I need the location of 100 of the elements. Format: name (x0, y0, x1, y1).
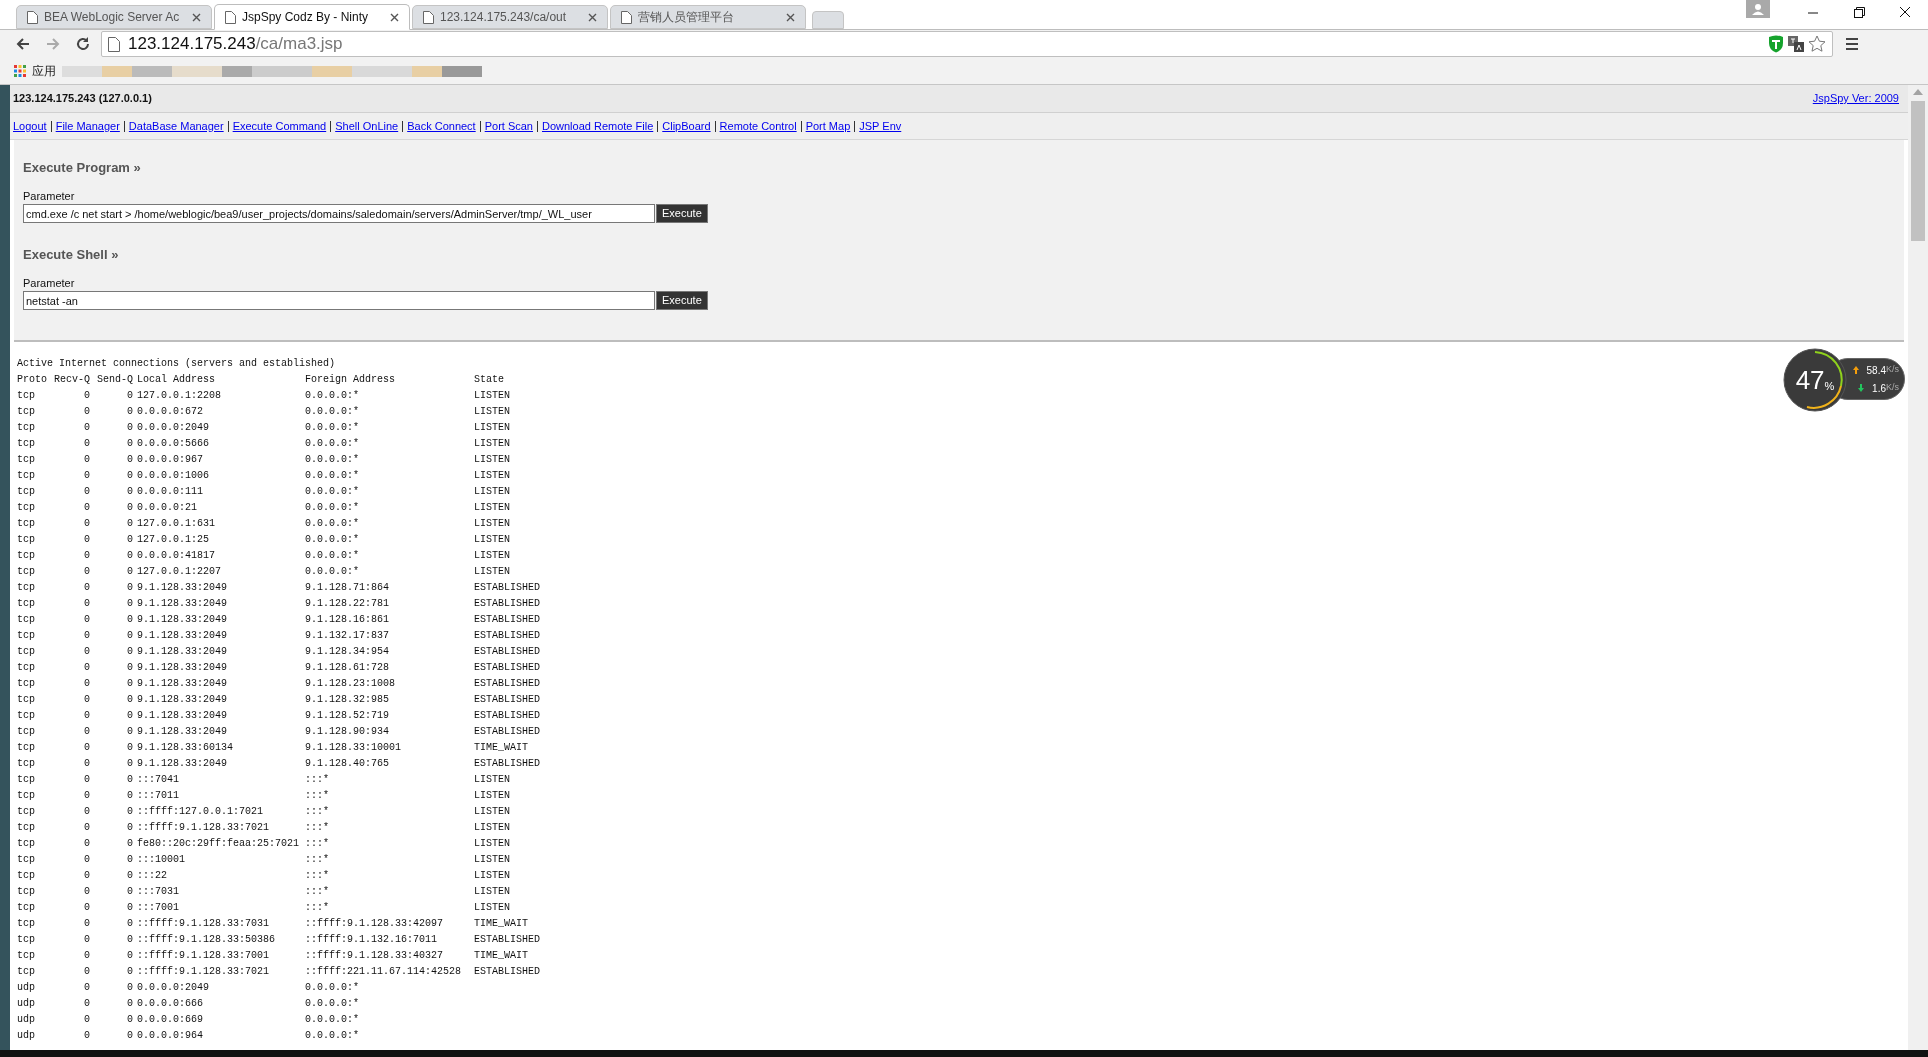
nav-link[interactable]: DataBase Manager (128, 117, 224, 135)
nav-link[interactable]: File Manager (55, 117, 120, 135)
table-cell-text: fe80::20c:29ff:feaa:25:7021 (136, 837, 301, 851)
nav-link[interactable]: Execute Command (232, 117, 327, 135)
table-cell-text: 0.0.0.0:2049 (136, 421, 210, 435)
table-cell-text: ESTABLISHED (474, 725, 540, 739)
table-cell-text: tcp (17, 901, 36, 915)
table-cell-text: :::* (305, 901, 330, 915)
table-cell-text: udp (17, 1013, 36, 1027)
table-cell-text: tcp (17, 629, 36, 643)
table-cell-text: :::* (305, 805, 330, 819)
table-cell-text: ESTABLISHED (474, 597, 540, 611)
table-cell-text: ::ffff:9.1.128.33:7021 (136, 821, 271, 835)
nav-link[interactable]: Port Map (805, 117, 851, 135)
table-cell-text: 0.0.0.0:* (305, 1013, 360, 1027)
table-cell-text: 0.0.0.0:* (305, 565, 360, 579)
table-cell-text: 0.0.0.0:967 (136, 453, 204, 467)
table-cell-text: ::ffff:9.1.128.33:7001 (136, 949, 271, 963)
table-cell-text: 0 (126, 613, 133, 627)
table-cell-text: LISTEN (474, 869, 511, 883)
nav-link[interactable]: JSP Env (859, 117, 902, 135)
page-icon (423, 10, 434, 24)
table-cell-text: tcp (17, 933, 36, 947)
table-cell-text: 9.1.128.90:934 (305, 725, 390, 739)
table-cell-text: 9.1.128.23:1008 (305, 677, 396, 691)
table-cell-text: 9.1.128.33:10001 (305, 741, 402, 755)
parameter-field[interactable]: netstat -an (23, 291, 655, 310)
table-cell-text: 9.1.128.33:2049 (136, 597, 228, 611)
table-cell-text: 0.0.0.0:964 (136, 1029, 204, 1043)
table-cell-text: 0 (126, 677, 133, 691)
table-cell-text: ESTABLISHED (474, 965, 540, 979)
table-cell-text: 0 (83, 485, 90, 499)
table-cell-text: 0 (126, 965, 133, 979)
star-icon[interactable] (1808, 35, 1826, 53)
table-cell-text: 0 (126, 501, 133, 515)
table-cell-text: tcp (17, 917, 36, 931)
table-cell-text: 0 (83, 661, 90, 675)
table-cell-text: 9.1.128.33:2049 (136, 661, 228, 675)
table-cell-text: 0 (126, 581, 133, 595)
table-cell-text: 0.0.0.0:* (305, 453, 360, 467)
table-cell-text: tcp (17, 469, 36, 483)
execute-button[interactable]: Execute (656, 291, 708, 310)
table-cell-text: 0 (83, 757, 90, 771)
table-cell-text: 0 (126, 821, 133, 835)
scrollbar[interactable] (1908, 85, 1928, 1050)
table-cell-text: LISTEN (474, 549, 511, 563)
table-cell-text: tcp (17, 757, 36, 771)
table-cell-text: udp (17, 1029, 36, 1043)
nav-link[interactable]: ClipBoard (662, 117, 711, 135)
close-icon[interactable] (390, 12, 399, 22)
table-cell-text: ESTABLISHED (474, 661, 540, 675)
table-cell-text: tcp (17, 837, 36, 851)
table-cell-text: 0 (126, 597, 133, 611)
reload-icon[interactable] (75, 36, 91, 52)
table-cell-text: tcp (17, 485, 36, 499)
table-cell-text: 0 (126, 405, 133, 419)
table-cell-text: tcp (17, 581, 36, 595)
table-cell-text: 0.0.0.0:669 (136, 1013, 204, 1027)
parameter-field[interactable]: cmd.exe /c net start > /home/weblogic/bea9/user_projects/domains/saledomain/servers/AdminServer/tmp/_WL_user (23, 204, 655, 223)
apps-label[interactable]: 应用 (32, 62, 56, 80)
table-cell-text: LISTEN (474, 501, 511, 515)
nav-link[interactable]: Shell OnLine (335, 117, 399, 135)
menu-icon[interactable] (1845, 37, 1859, 51)
table-cell-text: 0.0.0.0:* (305, 389, 360, 403)
table-cell-text: 0.0.0.0:* (305, 501, 360, 515)
table-cell-text: ::ffff:9.1.128.33:40327 (305, 949, 445, 963)
browser-tab[interactable]: JspSpy Codz By - Ninty (214, 4, 410, 30)
table-cell-text: ::ffff:9.1.128.33:42097 (305, 917, 445, 931)
table-cell-text: 0 (126, 1013, 133, 1027)
nav-link[interactable]: Back Connect (407, 117, 476, 135)
table-cell-text: 0.0.0.0:5666 (136, 437, 210, 451)
execute-button[interactable]: Execute (656, 204, 708, 223)
table-cell-text: LISTEN (474, 517, 511, 531)
back-icon[interactable] (15, 36, 31, 52)
browser-tab[interactable]: 123.124.175.243/ca/out (412, 5, 608, 29)
browser-tab[interactable]: 营销人员管理平台 (610, 5, 806, 29)
table-cell-text: 0 (126, 901, 133, 915)
table-cell-text: :::* (305, 821, 330, 835)
table-cell-text: 0 (83, 981, 90, 995)
table-cell-text: 0.0.0.0:672 (136, 405, 204, 419)
nav-link[interactable]: Download Remote File (542, 117, 654, 135)
nav-link[interactable]: Logout (13, 117, 47, 135)
table-cell-text: 9.1.128.40:765 (305, 757, 390, 771)
table-cell-text: LISTEN (474, 853, 511, 867)
table-cell-text: 0.0.0.0:* (305, 533, 360, 547)
table-cell-text: 9.1.128.32:985 (305, 693, 390, 707)
table-cell-text: tcp (17, 549, 36, 563)
table-cell-text: 0 (83, 869, 90, 883)
scrollbar-thumb[interactable] (1911, 101, 1925, 241)
version-link[interactable]: JspSpy Ver: 2009 (1812, 90, 1899, 107)
table-cell-text: 0 (83, 773, 90, 787)
nav-link[interactable]: Port Scan (484, 117, 533, 135)
browser-tab[interactable]: BEA WebLogic Server Ac (16, 5, 212, 29)
nav-link[interactable]: Remote Control (719, 117, 797, 135)
translate-icon[interactable] (1788, 36, 1804, 52)
apps-icon[interactable] (14, 65, 26, 77)
table-cell-text: tcp (17, 949, 36, 963)
table-cell-text: 9.1.128.52:719 (305, 709, 390, 723)
address-bar[interactable]: 123.124.175.243/ca/ma3.jsp (101, 31, 1833, 57)
table-cell-text: 0 (83, 453, 90, 467)
